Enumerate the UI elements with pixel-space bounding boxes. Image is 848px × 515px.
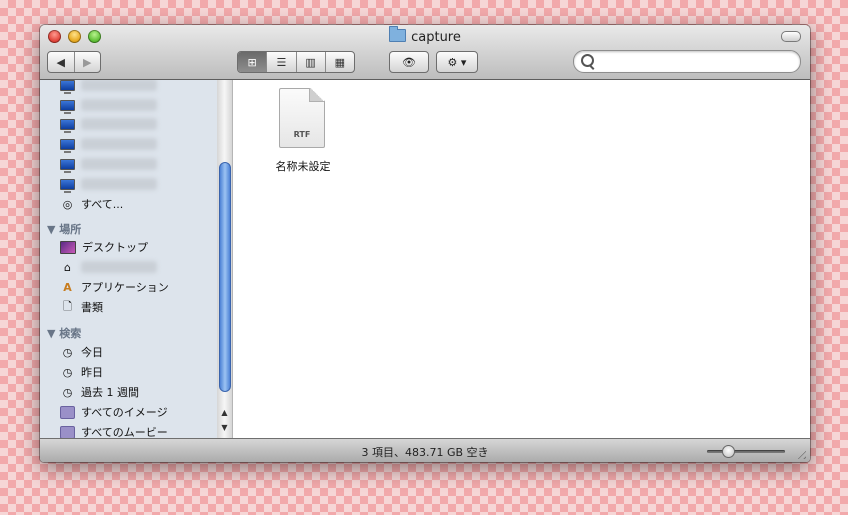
- slider-knob[interactable]: [722, 445, 735, 458]
- redacted-label: [81, 261, 157, 273]
- computer-icon: [60, 158, 75, 173]
- computer-icon: [60, 80, 75, 94]
- icon-view-icon: ⊞: [247, 55, 257, 69]
- redacted-label: [81, 178, 157, 190]
- gear-icon: ⚙ ▾: [447, 55, 467, 69]
- computer-icon: [60, 138, 75, 153]
- sidebar-scrollbar[interactable]: ▲ ▼: [217, 80, 233, 438]
- back-arrow-icon: ◀: [56, 55, 65, 69]
- sidebar-item-applications[interactable]: A アプリケーション: [60, 278, 169, 296]
- applications-icon: A: [63, 280, 72, 294]
- redacted-label: [81, 118, 157, 130]
- page-fold: [309, 88, 324, 102]
- redacted-label: [81, 158, 157, 170]
- back-button[interactable]: ◀: [48, 52, 75, 72]
- search-icon: [581, 54, 594, 67]
- computer-icon: [60, 99, 75, 114]
- sidebar-item-documents[interactable]: 🗋 書類: [60, 298, 103, 316]
- view-mode-control: ⊞ ☰ ▥ ▦: [237, 51, 355, 73]
- smart-folder-icon: [60, 405, 75, 419]
- sidebar-item-shared-all[interactable]: ◎ すべて...: [60, 195, 124, 213]
- home-icon: ⌂: [64, 260, 71, 274]
- sidebar-item-today[interactable]: ◷ 今日: [60, 343, 103, 361]
- clock-icon: ◷: [62, 385, 73, 399]
- search-input[interactable]: [598, 53, 797, 71]
- list-view-icon: ☰: [276, 55, 287, 69]
- window-title: capture: [40, 26, 810, 45]
- folder-icon: [389, 26, 407, 42]
- forward-button[interactable]: ▶: [75, 52, 101, 72]
- scroll-up-arrow-icon[interactable]: ▲: [217, 406, 232, 420]
- computer-icon: [60, 178, 75, 193]
- finder-window: capture ◀ ▶ ⊞ ☰ ▥ ▦ 👁 ⚙ ▾ ◎ すべて... ▼ 場所 デ…: [40, 25, 810, 462]
- sidebar-item-all-images[interactable]: すべてのイメージ: [60, 403, 168, 421]
- documents-icon: 🗋: [63, 299, 72, 313]
- column-view-icon: ▥: [305, 55, 316, 69]
- sidebar-item-all-movies[interactable]: すべてのムービー: [60, 423, 168, 438]
- status-bar: 3 項目、483.71 GB 空き: [40, 438, 810, 462]
- sidebar-item-desktop[interactable]: デスクトップ: [60, 238, 148, 256]
- coverflow-view-button[interactable]: ▦: [326, 52, 354, 72]
- quick-look-button[interactable]: 👁: [389, 51, 429, 73]
- sidebar-item-yesterday[interactable]: ◷ 昨日: [60, 363, 103, 381]
- search-field[interactable]: [573, 50, 801, 73]
- sidebar-header-places[interactable]: ▼ 場所: [47, 221, 81, 237]
- back-forward-control: ◀ ▶: [47, 51, 101, 73]
- icon-view-button[interactable]: ⊞: [238, 52, 268, 72]
- disclosure-triangle-icon: ▼: [47, 327, 60, 340]
- sidebar-header-search[interactable]: ▼ 検索: [47, 325, 81, 341]
- desktop-icon: [60, 240, 76, 254]
- file-name: 名称未設定: [275, 160, 331, 173]
- toolbar-toggle-button[interactable]: [781, 31, 801, 42]
- sidebar-item-home[interactable]: ⌂: [60, 258, 157, 276]
- coverflow-view-icon: ▦: [334, 55, 346, 69]
- sidebar-item-shared[interactable]: [60, 115, 157, 133]
- clock-icon: ◷: [62, 365, 73, 379]
- list-view-button[interactable]: ☰: [267, 52, 297, 72]
- clock-icon: ◷: [62, 345, 73, 359]
- sidebar-item-shared[interactable]: [60, 175, 157, 193]
- sidebar: ◎ すべて... ▼ 場所 デスクトップ ⌂ A アプリケーション 🗋 書類 ▼ 検索…: [40, 80, 218, 438]
- sidebar-item-past-week[interactable]: ◷ 過去 1 週間: [60, 383, 139, 401]
- disclosure-triangle-icon: ▼: [47, 223, 60, 236]
- sidebar-item-shared[interactable]: [60, 96, 157, 114]
- computer-icon: [60, 118, 75, 133]
- column-view-button[interactable]: ▥: [297, 52, 326, 72]
- sidebar-item-shared[interactable]: [60, 155, 157, 173]
- eye-icon: 👁: [402, 55, 416, 69]
- status-text: 3 項目、483.71 GB 空き: [361, 446, 489, 459]
- icon-size-slider[interactable]: [707, 450, 785, 453]
- sidebar-item-shared[interactable]: [60, 80, 157, 94]
- redacted-label: [81, 99, 157, 111]
- scroll-down-arrow-icon[interactable]: ▼: [217, 421, 232, 435]
- file-browser-content: RTF 名称未設定: [233, 80, 810, 438]
- smart-folder-icon: [60, 425, 75, 438]
- redacted-label: [81, 80, 157, 91]
- toolbar: capture ◀ ▶ ⊞ ☰ ▥ ▦ 👁 ⚙ ▾: [40, 25, 810, 80]
- action-menu-button[interactable]: ⚙ ▾: [436, 51, 478, 73]
- redacted-label: [81, 138, 157, 150]
- network-globe-icon: ◎: [62, 197, 73, 211]
- file-type-label: RTF: [293, 130, 311, 139]
- scrollbar-thumb[interactable]: [219, 162, 231, 392]
- forward-arrow-icon: ▶: [83, 55, 92, 69]
- sidebar-item-shared[interactable]: [60, 135, 157, 153]
